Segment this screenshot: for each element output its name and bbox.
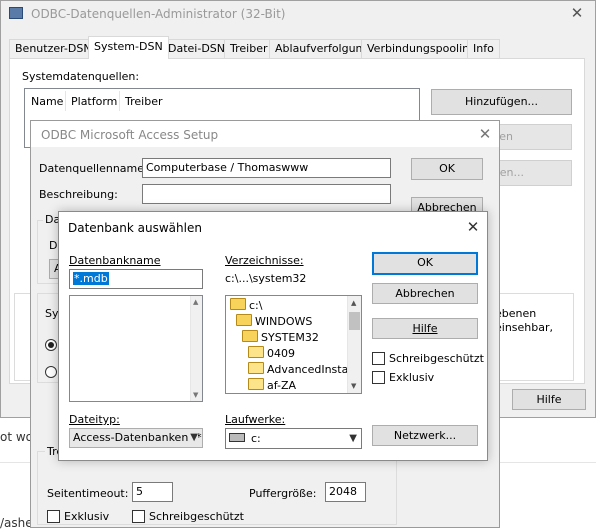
desc-label: Beschreibung: <box>39 188 118 201</box>
dir-item[interactable]: c:\ <box>230 298 262 314</box>
tab-system-dsn[interactable]: System-DSN <box>88 36 169 59</box>
dir-item[interactable]: AdvancedInstalle <box>248 362 361 378</box>
readonly-checkbox[interactable] <box>132 510 145 523</box>
chevron-down-icon: ▼ <box>190 429 198 447</box>
db-help-button[interactable]: Hilfe <box>372 318 478 339</box>
chevron-down-icon: ▼ <box>349 433 357 444</box>
filetype-value: Access-Datenbanken (* <box>73 431 202 444</box>
readonly-label: Schreibgeschützt <box>149 510 244 523</box>
timeout-input[interactable]: 5 <box>132 482 173 502</box>
exclusive-label: Exklusiv <box>64 510 110 523</box>
app-icon <box>9 7 23 19</box>
add-button[interactable]: Hinzufügen... <box>431 89 572 115</box>
tab-ablaufverfolgung[interactable]: Ablaufverfolgung <box>269 39 376 58</box>
dbname-input[interactable]: *.mdb <box>69 269 203 289</box>
dir-path: c:\...\system32 <box>225 272 307 285</box>
dir-item[interactable]: SYSTEM32 <box>242 330 319 346</box>
dir-item-label: af-ZA <box>267 379 297 392</box>
db-cancel-button[interactable]: Abbrechen <box>372 283 478 304</box>
folder-icon <box>236 314 252 326</box>
dbname-value: *.mdb <box>73 272 109 285</box>
folder-icon <box>248 346 264 358</box>
readonly-label: Schreibgeschützt <box>389 352 484 365</box>
filetype-label: Dateityp: <box>69 413 120 426</box>
scroll-up-icon[interactable]: ▲ <box>193 298 198 306</box>
buffer-label: Puffergröße: <box>249 487 317 500</box>
buffer-input[interactable]: 2048 <box>325 482 366 502</box>
drive-select[interactable]: c: ▼ <box>225 428 362 449</box>
dir-item[interactable]: 0409 <box>248 346 295 362</box>
help-button[interactable]: Hilfe <box>512 389 586 410</box>
desc-input[interactable] <box>142 184 391 204</box>
tab-treiber[interactable]: Treiber <box>224 39 274 58</box>
section-label: Systemdatenquellen: <box>22 70 140 83</box>
dir-list[interactable]: c:\ WINDOWS SYSTEM32 0409 AdvancedInstal… <box>225 295 362 394</box>
column-header-treiber[interactable]: Treiber <box>125 95 162 108</box>
setup-ok-button[interactable]: OK <box>411 158 483 180</box>
dsn-label: Datenquellenname: <box>39 162 148 175</box>
window-title: ODBC-Datenquellen-Administrator (32-Bit) <box>31 7 286 21</box>
exclusive-checkbox[interactable] <box>372 371 385 384</box>
column-header-name[interactable]: Name <box>31 95 63 108</box>
close-icon[interactable]: ✕ <box>461 217 485 239</box>
file-list[interactable]: ▲ ▼ <box>69 295 203 402</box>
tab-datei-dsn[interactable]: Datei-DSN <box>162 39 231 58</box>
drive-icon <box>229 433 245 442</box>
radio-none[interactable] <box>45 339 57 351</box>
close-icon[interactable]: ✕ <box>565 3 589 25</box>
drive-label: Laufwerke: <box>225 413 286 426</box>
dir-list-scrollbar[interactable]: ▲ ▼ <box>347 296 361 393</box>
dir-item[interactable]: WINDOWS <box>236 314 312 330</box>
scroll-up-icon[interactable]: ▲ <box>351 299 356 307</box>
tab-info[interactable]: Info <box>467 39 500 58</box>
dir-item-label: 0409 <box>267 347 295 360</box>
close-icon[interactable]: ✕ <box>473 124 497 144</box>
db-ok-button[interactable]: OK <box>372 252 478 275</box>
background-text: ot wo <box>0 430 34 444</box>
file-list-scrollbar[interactable]: ▲ ▼ <box>190 296 202 401</box>
folder-icon <box>248 362 264 374</box>
folder-icon <box>248 378 264 390</box>
db-select-title: Datenbank auswählen <box>68 221 202 235</box>
dir-item-label: SYSTEM32 <box>261 331 319 344</box>
info-text: einsehbar, <box>495 321 554 334</box>
folder-icon <box>230 298 246 310</box>
dir-item-label: WINDOWS <box>255 315 313 328</box>
dir-item-label: c:\ <box>249 299 263 312</box>
dir-label: Verzeichnisse: <box>225 254 304 267</box>
folder-icon <box>242 330 258 342</box>
scroll-thumb[interactable] <box>349 312 360 330</box>
filetype-select[interactable]: Access-Datenbanken (* ▼ <box>69 428 203 448</box>
readonly-checkbox[interactable] <box>372 352 385 365</box>
column-divider <box>65 91 66 111</box>
dir-item[interactable]: af-ZA <box>248 378 297 393</box>
radio-database[interactable] <box>45 366 57 378</box>
scroll-down-icon[interactable]: ▼ <box>351 382 356 390</box>
info-text: ebenen <box>495 307 537 320</box>
tab-benutzer-dsn[interactable]: Benutzer-DSN <box>9 39 98 58</box>
timeout-label: Seitentimeout: <box>47 487 129 500</box>
tab-verbindungspooling[interactable]: Verbindungspooling <box>361 39 483 58</box>
scroll-down-icon[interactable]: ▼ <box>193 391 198 399</box>
drive-value: c: <box>251 432 261 445</box>
exclusive-label: Exklusiv <box>389 371 435 384</box>
exclusive-checkbox[interactable] <box>47 510 60 523</box>
dbname-label: Datenbankname <box>69 254 161 267</box>
db-select-dialog: Datenbank auswählen ✕ Datenbankname *.md… <box>58 211 488 461</box>
radio-dot <box>48 342 54 348</box>
access-setup-title: ODBC Microsoft Access Setup <box>41 128 219 142</box>
dsn-input[interactable]: Computerbase / Thomaswww <box>142 158 391 178</box>
column-divider <box>119 91 120 111</box>
network-button[interactable]: Netzwerk... <box>372 425 478 446</box>
column-header-platform[interactable]: Platform <box>71 95 117 108</box>
